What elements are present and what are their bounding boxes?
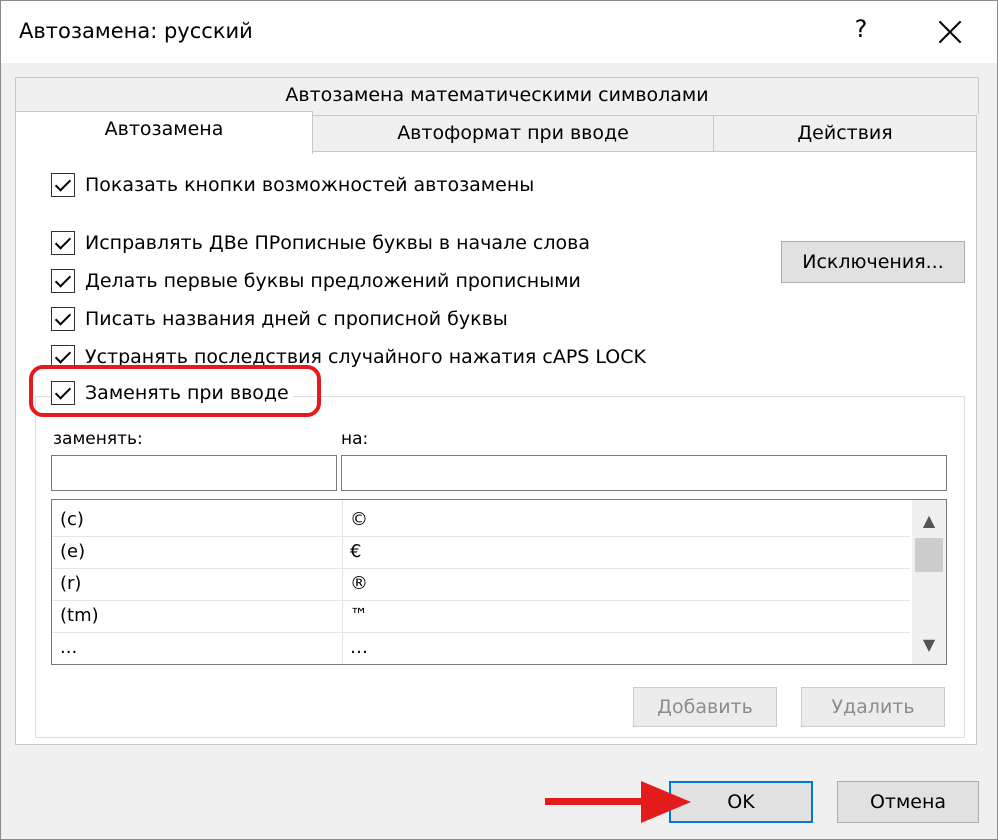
arrow-icon bbox=[545, 798, 645, 805]
exceptions-button[interactable]: Исключения... bbox=[781, 241, 965, 283]
with-label: на: bbox=[341, 429, 369, 449]
with-cell: € bbox=[350, 541, 362, 562]
tab-autoformat-as-you-type[interactable]: Автоформат при вводе bbox=[311, 115, 715, 152]
with-cell: … bbox=[350, 637, 368, 658]
replace-cell: (r) bbox=[60, 573, 82, 594]
autocorrect-list[interactable]: (c) © (e) € (r) ® (tm) ™ ... … ▲ ▼ bbox=[51, 499, 947, 665]
capitalize-days-label: Писать названия дней с прописной буквы bbox=[85, 308, 508, 330]
tab-actions[interactable]: Действия bbox=[713, 115, 977, 152]
delete-button[interactable]: Удалить bbox=[801, 687, 945, 727]
checkbox-checked-icon[interactable] bbox=[51, 307, 75, 331]
dialog-title: Автозамена: русский bbox=[19, 19, 253, 43]
replace-cell: (tm) bbox=[60, 605, 99, 626]
with-cell: ® bbox=[350, 573, 368, 594]
show-buttons-label: Показать кнопки возможностей автозамены bbox=[85, 174, 535, 196]
cancel-button[interactable]: Отмена bbox=[837, 781, 979, 823]
title-bar: Автозамена: русский ? bbox=[1, 1, 997, 63]
scrollbar-thumb[interactable] bbox=[915, 538, 943, 572]
replace-label: заменять: bbox=[53, 429, 143, 449]
replace-cell: (c) bbox=[60, 509, 84, 530]
chevron-up-icon[interactable]: ▲ bbox=[918, 510, 940, 532]
list-item[interactable]: (c) © bbox=[52, 504, 910, 537]
close-icon[interactable] bbox=[931, 15, 969, 49]
tab-math-autocorrect[interactable]: Автозамена математическими символами bbox=[15, 77, 979, 114]
list-item[interactable]: (r) ® bbox=[52, 568, 910, 601]
show-buttons-checkbox[interactable]: Показать кнопки возможностей автозамены bbox=[51, 171, 534, 199]
fix-two-caps-label: Исправлять ДВе ПРописные буквы в начале … bbox=[85, 232, 590, 254]
autocorrect-dialog: Автозамена: русский ? Автозамена математ… bbox=[0, 0, 998, 840]
checkbox-checked-icon[interactable] bbox=[51, 269, 75, 293]
replace-cell: (e) bbox=[60, 541, 86, 562]
tab-autocorrect[interactable]: Автозамена bbox=[15, 111, 313, 154]
with-cell: ™ bbox=[350, 605, 368, 626]
capitalize-sentences-checkbox[interactable]: Делать первые буквы предложений прописны… bbox=[51, 267, 581, 295]
list-scrollbar[interactable]: ▲ ▼ bbox=[912, 500, 946, 664]
list-item[interactable]: (tm) ™ bbox=[52, 600, 910, 633]
replace-cell: ... bbox=[60, 637, 78, 658]
list-item[interactable]: (e) € bbox=[52, 536, 910, 569]
capitalize-days-checkbox[interactable]: Писать названия дней с прописной буквы bbox=[51, 305, 508, 333]
replace-input[interactable] bbox=[51, 455, 337, 491]
with-input[interactable] bbox=[341, 455, 947, 491]
with-cell: © bbox=[350, 509, 368, 530]
checkbox-checked-icon[interactable] bbox=[51, 173, 75, 197]
capitalize-sentences-label: Делать первые буквы предложений прописны… bbox=[85, 270, 581, 292]
add-button[interactable]: Добавить bbox=[633, 687, 777, 727]
chevron-down-icon[interactable]: ▼ bbox=[918, 634, 940, 656]
highlight-outline bbox=[29, 365, 321, 417]
checkbox-checked-icon[interactable] bbox=[51, 231, 75, 255]
help-button[interactable]: ? bbox=[848, 15, 874, 49]
fix-two-caps-checkbox[interactable]: Исправлять ДВе ПРописные буквы в начале … bbox=[51, 229, 590, 257]
list-item[interactable]: ... … bbox=[52, 632, 910, 664]
arrow-head-icon bbox=[641, 781, 691, 823]
